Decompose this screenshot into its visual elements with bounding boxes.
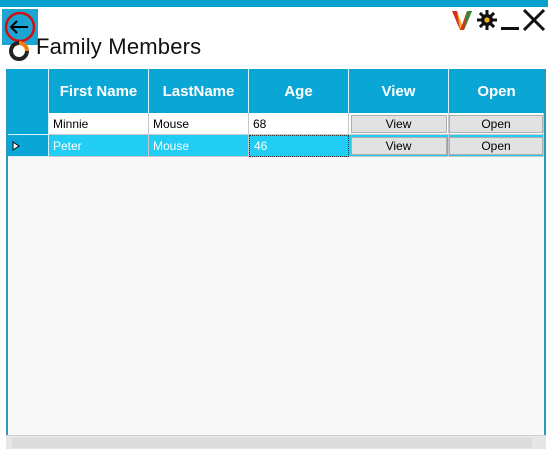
open-cell: Open xyxy=(449,135,544,157)
page-title: Family Members xyxy=(36,34,202,59)
scrollbar-thumb[interactable] xyxy=(12,438,532,448)
gear-icon[interactable] xyxy=(476,9,498,31)
column-header-open[interactable]: Open xyxy=(449,69,544,113)
column-header-view[interactable]: View xyxy=(349,69,449,113)
open-cell: Open xyxy=(449,113,544,135)
v-logo-icon[interactable] xyxy=(451,8,473,32)
view-button[interactable]: View xyxy=(350,114,447,133)
view-cell: View xyxy=(349,135,449,157)
window-top-strip xyxy=(0,0,548,7)
family-members-grid[interactable]: First Name LastName Age View Open Minnie… xyxy=(6,69,546,449)
table-row-selected[interactable]: Peter Mouse 46 View Open xyxy=(8,135,544,157)
table-row[interactable]: Minnie Mouse 68 View Open xyxy=(8,113,544,135)
view-cell: View xyxy=(349,113,449,135)
first-name-cell[interactable]: Peter xyxy=(49,135,149,157)
row-header[interactable] xyxy=(8,135,49,157)
view-button[interactable]: View xyxy=(350,136,447,155)
title-bar-controls xyxy=(451,8,546,32)
last-name-cell[interactable]: Mouse xyxy=(149,135,249,157)
first-name-cell[interactable]: Minnie xyxy=(49,113,149,135)
horizontal-scrollbar[interactable] xyxy=(6,435,546,449)
column-header-first-name[interactable]: First Name xyxy=(49,69,149,113)
row-header-corner xyxy=(8,69,49,113)
open-button[interactable]: Open xyxy=(449,136,543,155)
row-header[interactable] xyxy=(8,113,49,135)
close-icon[interactable] xyxy=(522,8,546,32)
last-name-cell[interactable]: Mouse xyxy=(149,113,249,135)
column-header-last-name[interactable]: LastName xyxy=(149,69,249,113)
brand-logo-icon xyxy=(9,41,29,61)
open-button[interactable]: Open xyxy=(449,114,543,133)
back-arrow-icon xyxy=(4,11,36,43)
age-cell[interactable]: 68 xyxy=(249,113,349,135)
age-cell[interactable]: 46 xyxy=(249,135,349,157)
back-button[interactable] xyxy=(2,9,38,45)
current-row-indicator-icon xyxy=(12,140,20,151)
grid-header: First Name LastName Age View Open xyxy=(8,69,544,113)
minimize-icon[interactable] xyxy=(501,8,519,32)
column-header-age[interactable]: Age xyxy=(249,69,349,113)
